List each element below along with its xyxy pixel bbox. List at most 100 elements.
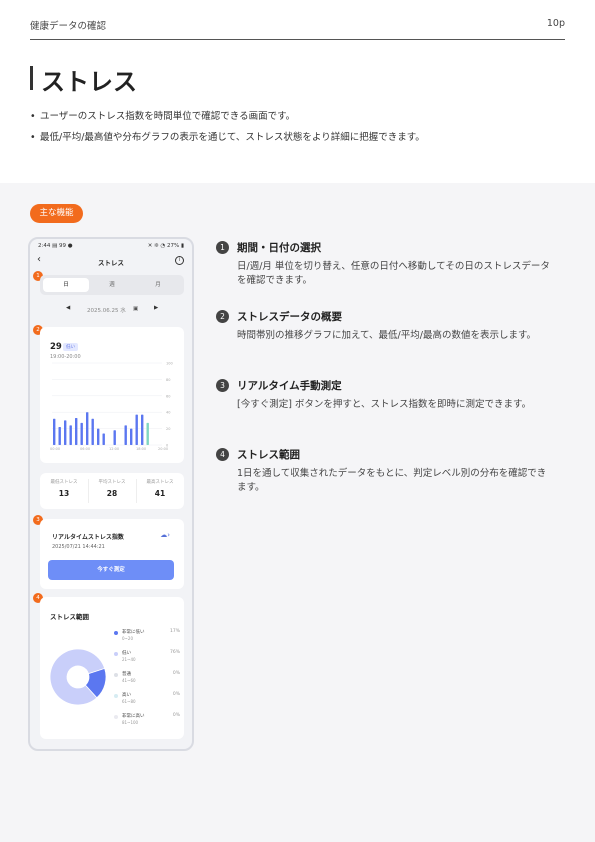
- status-icons: ✕ ❊ ◔ 27% ▮: [147, 243, 184, 249]
- feature-description: 1日を通して収集されたデータをもとに、判定レベル別の分布を確認できます。: [237, 468, 547, 493]
- feature-description: [今すぐ測定] ボタンを押すと、ストレス指数を即時に測定できます。: [237, 399, 532, 410]
- legend-item: 非常に低い 0~20 17%: [114, 629, 180, 649]
- x-tick-label: 20:00: [158, 447, 168, 451]
- legend-name: 非常に高い: [122, 714, 145, 719]
- status-time: 2:44 ▤ 99 ●: [38, 243, 73, 249]
- tab-day[interactable]: 日: [43, 278, 89, 292]
- feature-title: ストレス範囲: [237, 449, 300, 461]
- stress-chart-card: 29 低い 19:00-20:00 0 20 40 60 80 100 00:00 06:00…: [40, 327, 184, 463]
- legend-item: 高い 61~80 0%: [114, 692, 180, 712]
- measure-now-button[interactable]: 今すぐ測定: [48, 560, 174, 580]
- y-tick-label: 60: [166, 394, 170, 398]
- legend-item: 非常に高い 81~100 0%: [114, 713, 180, 733]
- period-tabs: 日 週 月: [40, 275, 184, 295]
- intro-bullet: ユーザーのストレス指数を時間単位で確認できる画面です。: [30, 110, 565, 123]
- next-date-icon[interactable]: ▶: [154, 305, 158, 311]
- chart-bar: [75, 417, 78, 445]
- legend-range: 21~40: [122, 657, 136, 662]
- title-accent-bar: [30, 66, 33, 90]
- chart-bar: [53, 418, 56, 445]
- legend-range: 41~60: [122, 678, 136, 683]
- chart-bar: [80, 422, 83, 445]
- chart-bar: [97, 428, 100, 445]
- legend-name: 低い: [122, 651, 131, 656]
- tab-month[interactable]: 月: [135, 278, 181, 292]
- page-header: 健康データの確認 10p: [30, 18, 565, 40]
- legend-percent: 76%: [169, 650, 180, 655]
- chart-bar: [130, 428, 133, 445]
- x-tick-label: 18:00: [136, 447, 146, 451]
- realtime-timestamp: 2025/07/21 14:44:21: [52, 544, 105, 550]
- stat-max: 最高ストレス 41: [136, 479, 184, 498]
- realtime-stress-card: リアルタイムストレス指数 2025/07/21 14:44:21 ☁› 今すぐ測…: [40, 519, 184, 589]
- y-tick-label: 100: [166, 362, 173, 366]
- stat-min: 最低ストレス 13: [40, 479, 88, 498]
- status-bar: 2:44 ▤ 99 ● ✕ ❊ ◔ 27% ▮: [30, 239, 192, 253]
- feature-number: 2: [216, 310, 229, 323]
- calendar-icon[interactable]: ▣: [133, 306, 138, 312]
- legend-percent: 17%: [169, 629, 180, 634]
- app-title: ストレス: [98, 259, 124, 267]
- feature-description: 時間帯別の推移グラフに加えて、最低/平均/最高の数値を表示します。: [237, 330, 537, 341]
- y-tick-label: 40: [166, 411, 170, 415]
- stress-range-card: ストレス範囲 非常に低い 0~20 17% 低い 21~40 76% 普通 41…: [40, 597, 184, 739]
- app-header: ‹ ストレス i: [30, 253, 192, 271]
- stat-value: 41: [154, 489, 166, 498]
- chart-bar: [146, 422, 149, 445]
- stat-value: 13: [58, 489, 70, 498]
- stat-label: 平均ストレス: [98, 480, 126, 485]
- page-number: 10p: [546, 18, 565, 29]
- stress-stats-card: 最低ストレス 13 平均ストレス 28 最高ストレス 41: [40, 473, 184, 509]
- chart-bar: [69, 425, 72, 445]
- legend-item: 低い 21~40 76%: [114, 650, 180, 670]
- chart-bar: [64, 420, 67, 445]
- legend-name: 普通: [122, 672, 131, 677]
- feature-description: 日/週/月 単位を切り替え、任意の日付へ移動してその日のストレスデータを確認でき…: [237, 261, 550, 286]
- legend-dot: [114, 715, 118, 719]
- feature-title: 期間・日付の選択: [237, 242, 321, 254]
- x-tick-label: 12:00: [109, 447, 119, 451]
- legend-dot: [114, 673, 118, 677]
- chart-bar: [86, 412, 89, 445]
- feature-title: リアルタイム手動測定: [237, 380, 342, 392]
- stat-label: 最低ストレス: [50, 480, 78, 485]
- feature-title: ストレスデータの概要: [237, 311, 342, 323]
- realtime-title: リアルタイムストレス指数: [52, 534, 124, 541]
- prev-date-icon[interactable]: ◀: [66, 305, 70, 311]
- legend-percent: 0%: [172, 713, 180, 718]
- legend-item: 普通 41~60 0%: [114, 671, 180, 691]
- legend-range: 81~100: [122, 720, 139, 725]
- tab-week[interactable]: 週: [89, 278, 135, 292]
- feature-number: 3: [216, 379, 229, 392]
- legend-percent: 0%: [172, 671, 180, 676]
- x-tick-label: 00:00: [50, 447, 60, 451]
- document-title: 健康データの確認: [30, 21, 107, 32]
- legend-dot: [114, 631, 118, 635]
- date-navigation: ◀ 2025.06.25 水 ▣ ▶: [30, 305, 192, 317]
- stress-range-pie: [49, 648, 107, 706]
- y-tick-label: 20: [166, 427, 170, 431]
- legend-name: 高い: [122, 693, 131, 698]
- legend-range: 61~80: [122, 699, 136, 704]
- chart-bar: [135, 414, 138, 445]
- main-features-badge: 主な機能: [30, 204, 83, 223]
- stat-avg: 平均ストレス 28: [88, 479, 136, 498]
- legend-range: 0~20: [122, 636, 133, 641]
- chart-bar: [124, 425, 127, 445]
- legend-dot: [114, 694, 118, 698]
- page-title: ストレス: [41, 68, 137, 96]
- intro-bullet: 最低/平均/最高値や分布グラフの表示を通じて、ストレス状態をより詳細に把握できま…: [30, 131, 565, 144]
- weather-icon[interactable]: ☁›: [160, 531, 170, 539]
- chart-bar: [102, 433, 105, 445]
- feature-number: 4: [216, 448, 229, 461]
- chart-bar: [91, 418, 94, 445]
- chart-bar: [58, 426, 61, 445]
- phone-screenshot: 2:44 ▤ 99 ● ✕ ❊ ◔ 27% ▮ ‹ ストレス i 1 日 週 月…: [28, 237, 194, 751]
- legend-percent: 0%: [172, 692, 180, 697]
- stress-bar-chart: 02040608010000:00 06:00 12:00 18:00 20:00: [50, 362, 173, 452]
- range-title: ストレス範囲: [50, 613, 89, 621]
- stat-value: 28: [106, 489, 118, 498]
- legend-dot: [114, 652, 118, 656]
- chart-bar: [113, 430, 116, 445]
- info-icon[interactable]: i: [175, 256, 184, 265]
